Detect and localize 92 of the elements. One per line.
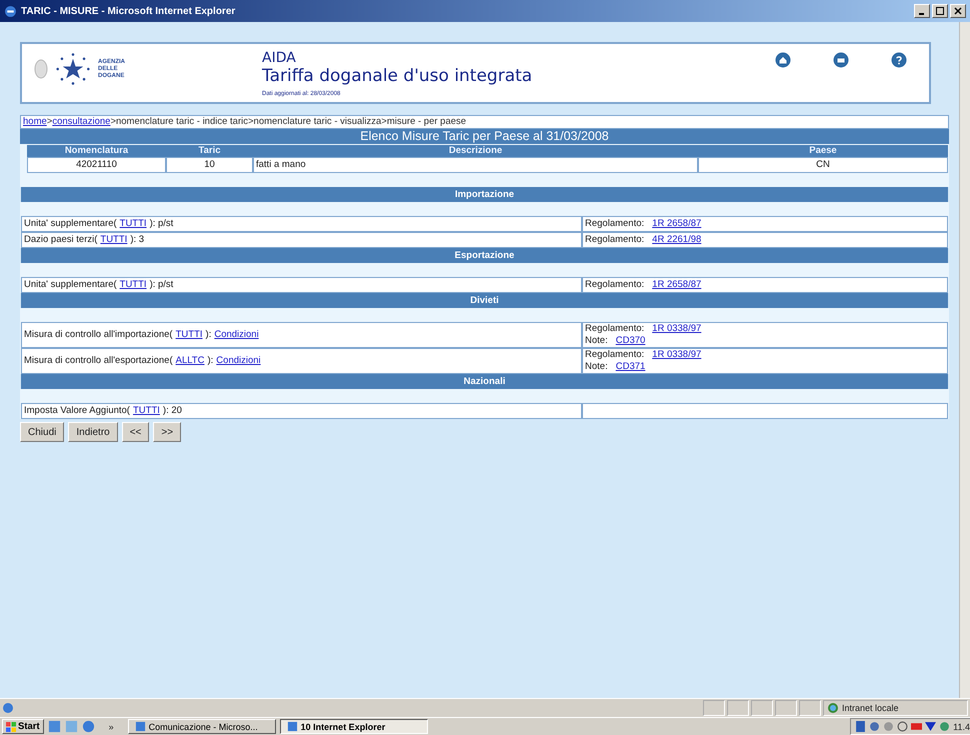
measure-link[interactable]: TUTTI <box>120 218 147 229</box>
measure-text: ): p/st <box>150 218 174 229</box>
regulation-label: Note: <box>585 335 608 346</box>
window-title: TARIC - MISURE - Microsoft Internet Explorer <box>21 6 236 16</box>
taskbar-button[interactable]: 10 Internet Explorer <box>280 719 428 734</box>
table-cell: fatti a mano <box>253 157 698 173</box>
measure-text: ): 20 <box>162 405 182 416</box>
measure-link[interactable]: TUTTI <box>132 405 160 416</box>
section-header: Divieti <box>21 293 948 308</box>
measure-text: ): <box>206 329 212 340</box>
quicklaunch-icon[interactable] <box>48 720 61 733</box>
close-button[interactable] <box>950 4 966 18</box>
tray-icon[interactable] <box>911 721 922 732</box>
breadcrumb-text: > <box>46 116 52 127</box>
help-icon[interactable] <box>891 52 907 68</box>
column-header: Nomenclatura <box>27 145 166 157</box>
measure-text: Imposta Valore Aggiunto( <box>24 405 130 416</box>
network-icon <box>827 702 839 714</box>
regulation-link[interactable]: 1R 2658/87 <box>652 218 702 229</box>
start-button[interactable]: Start <box>2 719 44 734</box>
regulation-label: Regolamento: <box>585 218 644 229</box>
status-pane <box>703 700 725 716</box>
tray-icon[interactable] <box>869 721 880 732</box>
maximize-button[interactable] <box>932 4 948 18</box>
breadcrumb-text: >nomenclature taric - indice taric>nomenclature taric - visualizza>misure - per paese <box>110 116 466 127</box>
nav-button[interactable]: >> <box>153 422 182 442</box>
regulation-label: Regolamento: <box>585 323 644 334</box>
nav-button[interactable]: Chiudi <box>20 422 64 442</box>
table-cell: CN <box>698 157 948 173</box>
column-header: Taric <box>166 145 253 157</box>
regulation-label: Regolamento: <box>585 279 644 290</box>
browser-icon[interactable] <box>82 720 95 733</box>
window-icon <box>286 721 298 732</box>
measure-link[interactable]: TUTTI <box>120 279 147 290</box>
measure-link[interactable]: TUTTI <box>176 329 203 340</box>
home-icon[interactable] <box>775 52 791 68</box>
tray-icon[interactable] <box>855 721 866 732</box>
windows-flag-icon <box>6 722 16 732</box>
measure-text: ): <box>207 355 214 366</box>
close-icon <box>954 7 962 15</box>
measure-link[interactable]: Condizioni <box>216 355 261 366</box>
measure-text: ): 3 <box>130 234 144 245</box>
breadcrumb-link[interactable]: home <box>23 116 47 127</box>
page-heading: Elenco Misure Taric per Paese al 31/03/2008 <box>20 129 949 144</box>
column-header: Descrizione <box>253 145 698 157</box>
emblem-icon <box>34 59 48 79</box>
measure-text: Unita' supplementare( <box>24 279 117 290</box>
measure-text: Misura di controllo all'esportazione( <box>24 355 173 366</box>
section-header: Esportazione <box>21 248 948 263</box>
regulation-link[interactable]: 1R 0338/97 <box>652 323 702 334</box>
measure-link[interactable]: ALLTC <box>176 355 204 366</box>
app-name: AIDA <box>262 50 297 66</box>
measure-text: Misura di controllo all'importazione( <box>24 329 173 340</box>
regulation-link[interactable]: CD370 <box>616 335 646 346</box>
status-pane <box>775 700 797 716</box>
tray-icon[interactable] <box>925 721 936 732</box>
regulation-link[interactable]: 1R 2658/87 <box>652 279 702 290</box>
section-header: Nazionali <box>21 374 948 389</box>
regulation-label: Regolamento: <box>585 234 644 245</box>
browser-icon <box>4 4 17 18</box>
measure-link[interactable]: TUTTI <box>100 234 128 245</box>
table-cell: 10 <box>166 157 253 173</box>
minimize-button[interactable] <box>914 4 930 18</box>
page-icon <box>2 702 14 714</box>
window-icon <box>134 721 146 732</box>
measure-text: Dazio paesi terzi( <box>24 234 98 245</box>
section-header: Importazione <box>21 187 948 202</box>
clock: 11.4 <box>953 722 970 732</box>
app-subtitle: Tariffa doganale d'uso integrata <box>262 66 534 87</box>
measure-text: Unita' supplementare( <box>24 218 117 229</box>
status-pane <box>727 700 749 716</box>
table-cell: 42021110 <box>27 157 166 173</box>
taskbar-button[interactable]: Comunicazione - Microso... <box>128 719 276 734</box>
measure-text: ): p/st <box>150 279 174 290</box>
regulation-link[interactable]: CD371 <box>616 361 646 372</box>
scrollbar[interactable] <box>959 22 970 698</box>
breadcrumb-link[interactable]: consultazione <box>52 116 110 127</box>
maximize-icon <box>936 7 944 15</box>
star-logo-icon <box>56 52 90 86</box>
measure-link[interactable]: Condizioni <box>214 329 259 340</box>
regulation-link[interactable]: 4R 2261/98 <box>652 234 702 245</box>
column-header: Paese <box>698 145 948 157</box>
regulation-label: Note: <box>585 361 608 372</box>
regulation-label: Regolamento: <box>585 349 644 360</box>
tray-icon[interactable] <box>897 721 908 732</box>
zone-label: Intranet locale <box>842 703 899 713</box>
regulation-link[interactable]: 1R 0338/97 <box>652 349 702 360</box>
status-pane <box>799 700 821 716</box>
overflow-chevron[interactable]: » <box>108 722 114 732</box>
nav-button[interactable]: Indietro <box>68 422 118 442</box>
nav-button[interactable]: << <box>122 422 150 442</box>
status-pane <box>751 700 773 716</box>
